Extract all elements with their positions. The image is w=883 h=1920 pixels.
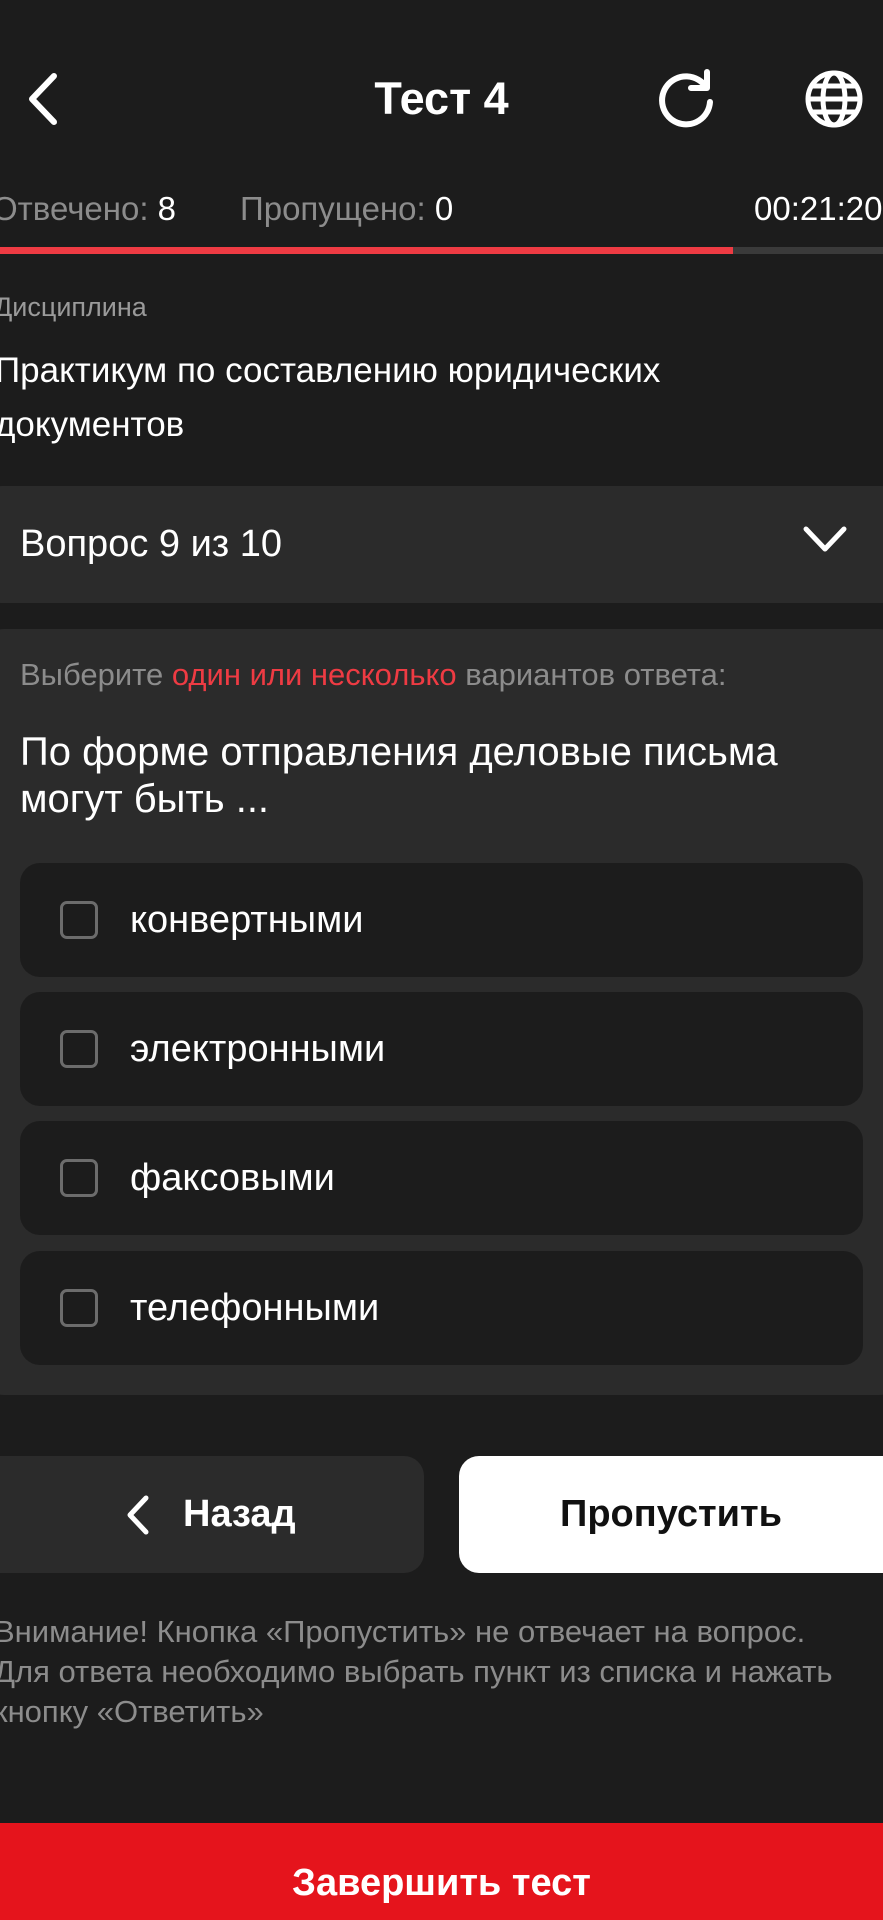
chevron-left-icon	[127, 1495, 149, 1535]
option-label: конвертными	[130, 899, 364, 941]
timer: 00:21:20	[754, 190, 883, 227]
checkbox[interactable]	[60, 1030, 98, 1068]
question-selector[interactable]: Вопрос 9 из 10	[0, 486, 883, 603]
header: Тест 4	[0, 40, 883, 158]
globe-icon	[805, 70, 863, 128]
option-label: электронными	[130, 1028, 386, 1070]
skip-button-label: Пропустить	[560, 1493, 782, 1535]
progress-fill	[0, 247, 733, 254]
test-screen: Тест 4 Отвечено: 8 Пропущено: 0 00:21:20…	[0, 0, 883, 1920]
checkbox[interactable]	[60, 1289, 98, 1327]
answer-stats: Отвечено: 8 Пропущено: 0 00:21:20	[0, 184, 883, 234]
reload-button[interactable]	[652, 65, 720, 133]
checkbox[interactable]	[60, 901, 98, 939]
question-card: Выберите один или несколько вариантов от…	[0, 629, 883, 1395]
answer-option[interactable]: факсовыми	[20, 1121, 863, 1235]
discipline-label: Дисциплина	[0, 292, 147, 322]
answered-counter: Отвечено: 8	[0, 184, 176, 234]
progress-bar	[0, 247, 883, 254]
skip-button[interactable]: Пропустить	[459, 1456, 883, 1573]
skipped-label: Пропущено:	[240, 190, 426, 227]
answer-option[interactable]: электронными	[20, 992, 863, 1106]
back-nav-button[interactable]: Назад	[0, 1456, 424, 1573]
question-selector-label: Вопрос 9 из 10	[20, 523, 283, 565]
instruction-text-end: вариантов ответа:	[456, 657, 727, 692]
language-button[interactable]	[800, 65, 868, 133]
skip-warning: Внимание! Кнопка «Пропустить» не отвечае…	[0, 1614, 833, 1729]
page-title: Тест 4	[374, 73, 509, 124]
question-text: По форме отправления деловые письма могу…	[20, 730, 778, 821]
answer-option[interactable]: телефонными	[20, 1251, 863, 1365]
option-label: факсовыми	[130, 1157, 335, 1199]
option-label: телефонными	[130, 1287, 380, 1329]
answer-option[interactable]: конвертными	[20, 863, 863, 977]
answer-instruction: Выберите один или несколько вариантов от…	[20, 653, 727, 697]
answered-label: Отвечено:	[0, 190, 149, 227]
instruction-highlight: один или несколько	[171, 657, 457, 692]
checkbox[interactable]	[60, 1159, 98, 1197]
back-button-label: Назад	[183, 1493, 296, 1535]
skipped-value: 0	[434, 190, 454, 227]
finish-test-button[interactable]: Завершить тест	[0, 1823, 883, 1920]
skipped-counter: Пропущено: 0	[240, 184, 453, 234]
discipline-name: Практикум по составлению юридических док…	[0, 351, 661, 444]
refresh-icon	[659, 69, 713, 128]
instruction-text: Выберите	[20, 657, 172, 692]
chevron-down-icon	[803, 526, 847, 552]
finish-test-label: Завершить тест	[292, 1862, 591, 1904]
answered-value: 8	[157, 190, 177, 227]
